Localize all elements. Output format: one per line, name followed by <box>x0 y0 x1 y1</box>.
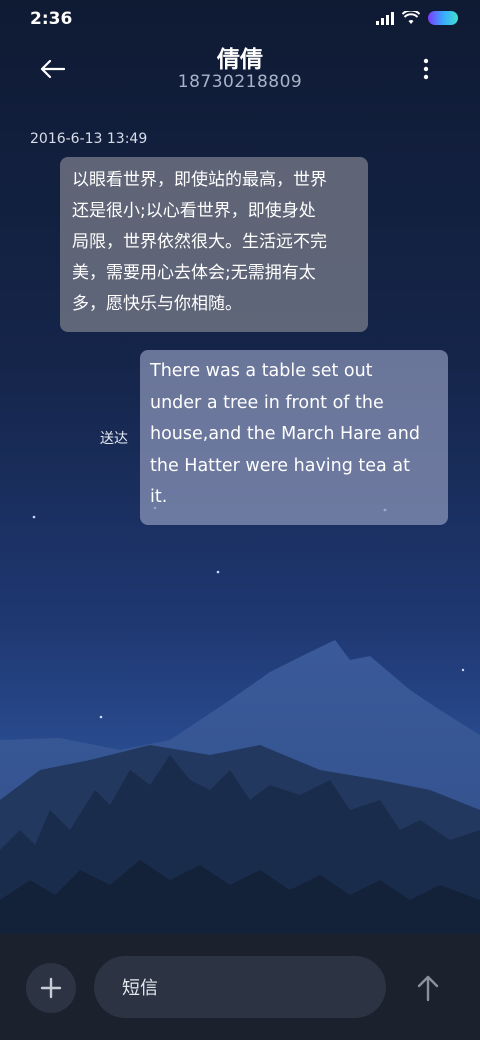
message-line: 多，愿快乐与你相随。 <box>72 294 242 314</box>
message-line: 局限，世界依然很大。生活远不完 <box>72 232 327 252</box>
message-line: under a tree in front of the <box>150 392 384 413</box>
message-line: 还是很小;以心看世界，即使身处 <box>72 201 316 221</box>
plus-icon <box>40 977 62 999</box>
message-line: 美，需要用心去体会;无需拥有太 <box>72 263 316 283</box>
message-line: it. <box>150 487 168 507</box>
conversation-header: 倩倩 18730218809 <box>0 38 480 108</box>
wifi-icon <box>402 11 420 24</box>
contact-name: 倩倩 <box>217 47 263 73</box>
delivery-status: 送达 <box>100 431 128 447</box>
message-line: house,and the March Hare and <box>150 424 420 444</box>
message-line: 以眼看世界，即使站的最高，世界 <box>72 170 327 190</box>
more-vertical-icon <box>423 58 429 80</box>
send-button[interactable] <box>408 968 448 1008</box>
signal-icon <box>376 11 394 25</box>
outgoing-message-bubble[interactable]: There was a table set out under a tree i… <box>140 350 448 525</box>
composer-bar: 短信 <box>0 934 480 1040</box>
status-time: 2:36 <box>30 9 73 29</box>
status-icons <box>376 11 458 25</box>
incoming-message-bubble[interactable]: 以眼看世界，即使站的最高，世界 还是很小;以心看世界，即使身处 局限，世界依然很… <box>60 157 368 332</box>
arrow-up-icon <box>417 975 439 1002</box>
add-attachment-button[interactable] <box>26 963 76 1013</box>
message-input[interactable]: 短信 <box>94 956 386 1018</box>
status-bar: 2:36 <box>0 0 480 38</box>
message-timestamp: 2016-6-13 13:49 <box>30 131 148 147</box>
battery-icon <box>428 11 458 25</box>
contact-phone-number: 18730218809 <box>177 72 303 92</box>
message-input-placeholder: 短信 <box>122 978 158 999</box>
message-line: the Hatter were having tea at <box>150 455 410 476</box>
message-line: There was a table set out <box>150 361 373 381</box>
more-options-button[interactable] <box>416 54 436 84</box>
